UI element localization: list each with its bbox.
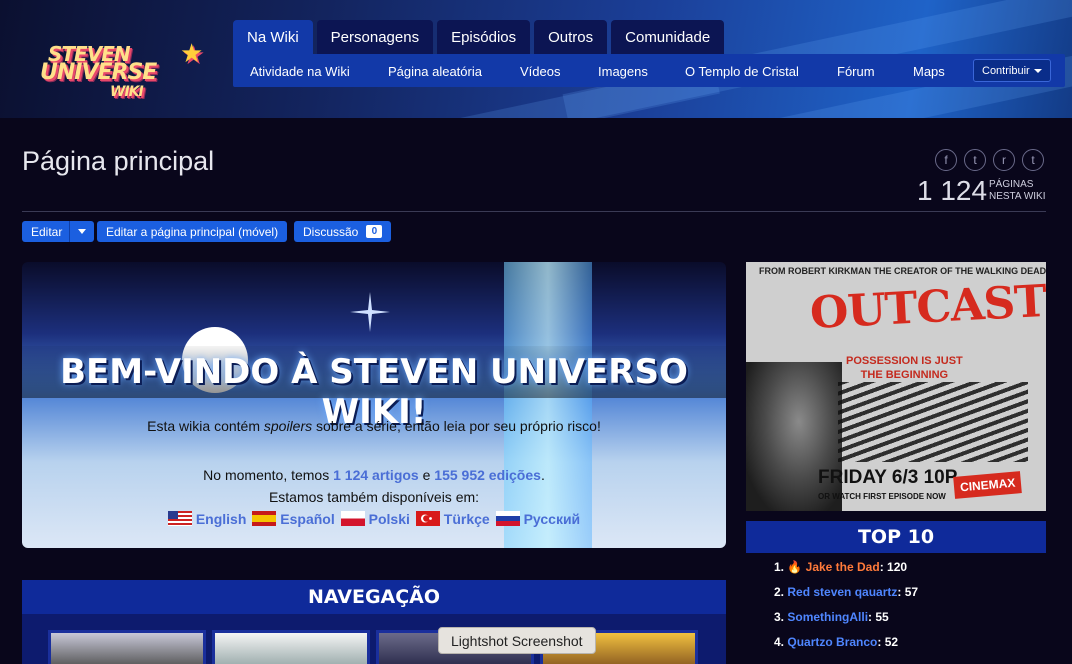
discussion-button[interactable]: Discussão 0 bbox=[294, 221, 392, 242]
subnav-forum[interactable]: Fórum bbox=[837, 64, 875, 79]
articles-link[interactable]: 1 124 artigos bbox=[333, 467, 419, 483]
twitter-icon[interactable]: t bbox=[964, 149, 986, 171]
edit-dropdown-button[interactable] bbox=[69, 221, 94, 242]
page-count-label: PÁGINAS NESTA WIKI bbox=[989, 179, 1046, 202]
us-flag-icon bbox=[167, 511, 192, 526]
flame-icon: 🔥 bbox=[787, 560, 803, 574]
contribute-button[interactable]: Contribuir bbox=[973, 59, 1051, 82]
list-item: 4. Quartzo Branco: 52 bbox=[774, 635, 899, 649]
navigation-heading: NAVEGAÇÃO bbox=[22, 580, 726, 614]
ad-tendrils-image bbox=[838, 382, 1028, 462]
tab-na-wiki[interactable]: Na Wiki bbox=[233, 20, 313, 54]
facebook-icon[interactable]: f bbox=[935, 149, 957, 171]
sparkle-icon bbox=[350, 292, 390, 332]
comment-count-badge: 0 bbox=[366, 225, 383, 238]
user-link[interactable]: Red steven qauartz bbox=[787, 585, 897, 599]
subnav-imagens[interactable]: Imagens bbox=[598, 64, 648, 79]
user-link[interactable]: Jake the Dad bbox=[806, 560, 880, 574]
language-link-russian[interactable]: Русский bbox=[495, 511, 580, 527]
user-link[interactable]: SomethingAlli bbox=[787, 610, 868, 624]
turkey-flag-icon bbox=[415, 511, 440, 526]
page-title: Página principal bbox=[22, 146, 215, 176]
chevron-down-icon bbox=[78, 229, 86, 234]
page-count: 1 124 bbox=[917, 175, 988, 206]
top10-heading: TOP 10 bbox=[746, 521, 1046, 553]
ad-tagline: POSSESSION IS JUST THE BEGINNING bbox=[846, 355, 963, 381]
subnav-templo[interactable]: O Templo de Cristal bbox=[685, 64, 799, 79]
ad-airdate: FRIDAY 6/3 10P bbox=[818, 467, 958, 488]
navigation-section: NAVEGAÇÃO bbox=[22, 580, 726, 664]
chevron-down-icon bbox=[1034, 69, 1042, 73]
divider bbox=[22, 211, 1046, 212]
ad-title: OUTCAST bbox=[808, 275, 1046, 340]
edit-mobile-button[interactable]: Editar a página principal (móvel) bbox=[97, 221, 288, 242]
nav-thumbnail[interactable] bbox=[48, 630, 206, 664]
russia-flag-icon bbox=[495, 511, 520, 526]
language-links: English Español Polski Türkçe Русский bbox=[22, 511, 726, 527]
language-link-polski[interactable]: Polski bbox=[340, 511, 410, 527]
welcome-banner: BEM-VINDO À STEVEN UNIVERSO WIKI! Esta w… bbox=[22, 262, 726, 548]
wiki-stats: No momento, temos 1 124 artigos e 155 95… bbox=[203, 467, 545, 483]
ad-subline: OR WATCH FIRST EPISODE NOW bbox=[818, 492, 946, 501]
site-header: STEVEN ★ UNIVERSE WIKI Na Wiki Personage… bbox=[0, 0, 1072, 118]
edit-button[interactable]: Editar bbox=[22, 221, 70, 242]
spoiler-notice: Esta wikia contém spoilers sobre a série… bbox=[147, 418, 601, 434]
tab-outros[interactable]: Outros bbox=[534, 20, 608, 54]
spain-flag-icon bbox=[252, 511, 277, 526]
subnav-pagina-aleatoria[interactable]: Página aleatória bbox=[388, 64, 482, 79]
user-link[interactable]: Quartzo Branco bbox=[787, 635, 877, 649]
sub-navigation: Atividade na Wiki Página aleatória Vídeo… bbox=[233, 54, 1065, 87]
star-icon: ★ bbox=[180, 38, 204, 68]
subnav-maps[interactable]: Maps bbox=[913, 64, 945, 79]
main-tabs: Na Wiki Personagens Episódios Outros Com… bbox=[233, 20, 728, 54]
edits-link[interactable]: 155 952 edições bbox=[434, 467, 541, 483]
language-link-espanol[interactable]: Español bbox=[252, 511, 335, 527]
ad-network-logo: CINEMAX bbox=[953, 471, 1023, 499]
tab-episodios[interactable]: Episódios bbox=[437, 20, 531, 54]
reddit-icon[interactable]: r bbox=[993, 149, 1015, 171]
tooltip: Lightshot Screenshot bbox=[438, 627, 596, 654]
tab-personagens[interactable]: Personagens bbox=[316, 20, 434, 54]
language-link-english[interactable]: English bbox=[167, 511, 246, 527]
poland-flag-icon bbox=[340, 511, 365, 526]
tab-comunidade[interactable]: Comunidade bbox=[611, 20, 725, 54]
wiki-logo[interactable]: STEVEN ★ UNIVERSE WIKI bbox=[40, 38, 220, 106]
language-link-turkce[interactable]: Türkçe bbox=[415, 511, 490, 527]
available-languages-label: Estamos também disponíveis em: bbox=[268, 489, 480, 505]
subnav-atividade[interactable]: Atividade na Wiki bbox=[250, 64, 350, 79]
advertisement[interactable]: FROM ROBERT KIRKMAN THE CREATOR OF THE W… bbox=[746, 262, 1046, 511]
list-item: 3. SomethingAlli: 55 bbox=[774, 610, 889, 624]
list-item: 2. Red steven qauartz: 57 bbox=[774, 585, 919, 599]
tumblr-icon[interactable]: t bbox=[1022, 149, 1044, 171]
subnav-videos[interactable]: Vídeos bbox=[520, 64, 560, 79]
top10-list: 1. 🔥 Jake the Dad: 120 2. Red steven qau… bbox=[774, 560, 1044, 660]
nav-thumbnail[interactable] bbox=[212, 630, 370, 664]
ad-credit-text: FROM ROBERT KIRKMAN THE CREATOR OF THE W… bbox=[759, 266, 1046, 276]
list-item: 1. 🔥 Jake the Dad: 120 bbox=[774, 560, 908, 574]
